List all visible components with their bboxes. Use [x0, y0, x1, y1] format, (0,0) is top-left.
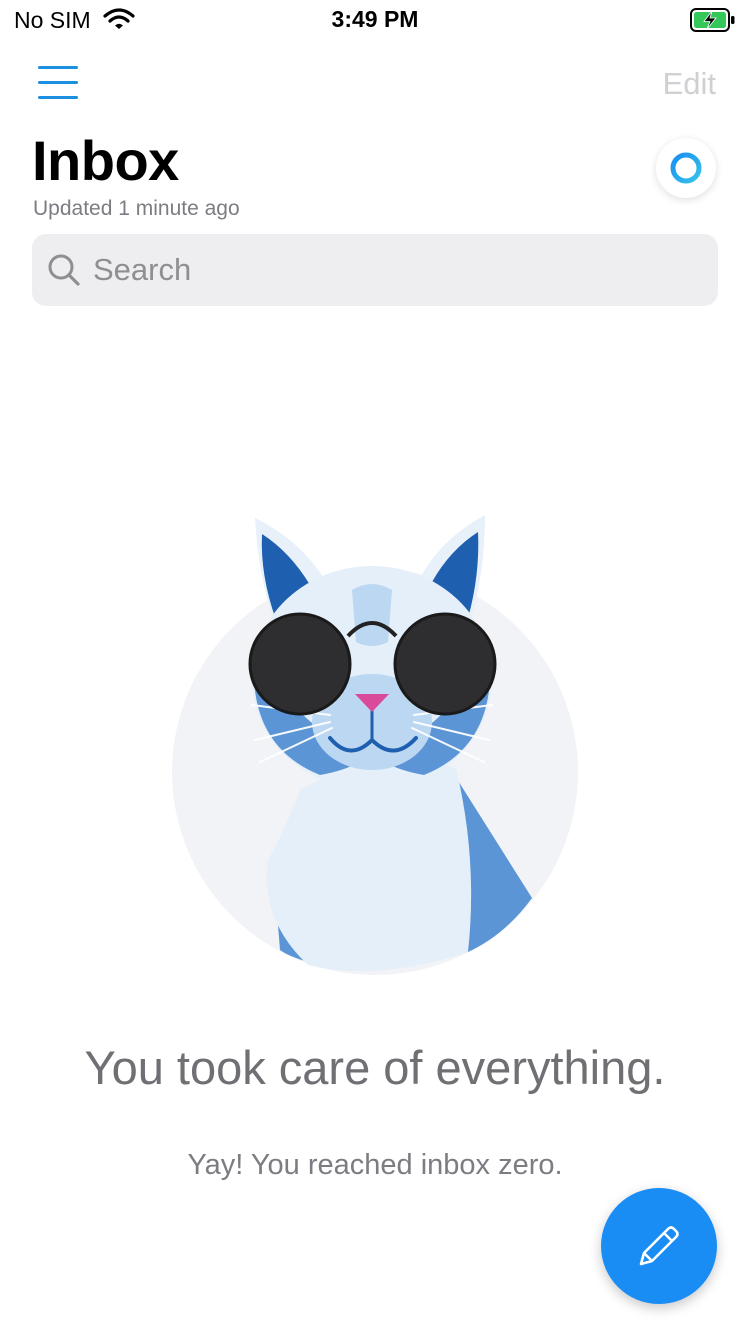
sync-ring-icon — [670, 152, 702, 184]
cat-sunglasses-illustration — [172, 515, 578, 975]
empty-state-subtitle: Yay! You reached inbox zero. — [187, 1149, 563, 1181]
edit-button[interactable]: Edit — [663, 66, 716, 102]
sync-button[interactable] — [656, 138, 716, 198]
search-icon — [48, 254, 80, 286]
battery-charging-icon — [690, 8, 735, 32]
inbox-screen: No SIM 3:49 PM Edit Inbox Updated 1 minu… — [0, 0, 750, 1334]
empty-state-title: You took care of everything. — [84, 1041, 666, 1094]
status-time: 3:49 PM — [331, 6, 419, 32]
status-bar: No SIM 3:49 PM — [0, 0, 750, 40]
page-title: Inbox — [32, 129, 179, 192]
compose-button[interactable] — [601, 1188, 717, 1304]
updated-status: Updated 1 minute ago — [33, 197, 240, 220]
search-placeholder: Search — [93, 252, 192, 287]
pencil-icon — [639, 1226, 679, 1266]
search-input[interactable]: Search — [32, 234, 718, 306]
menu-button[interactable] — [34, 62, 86, 104]
